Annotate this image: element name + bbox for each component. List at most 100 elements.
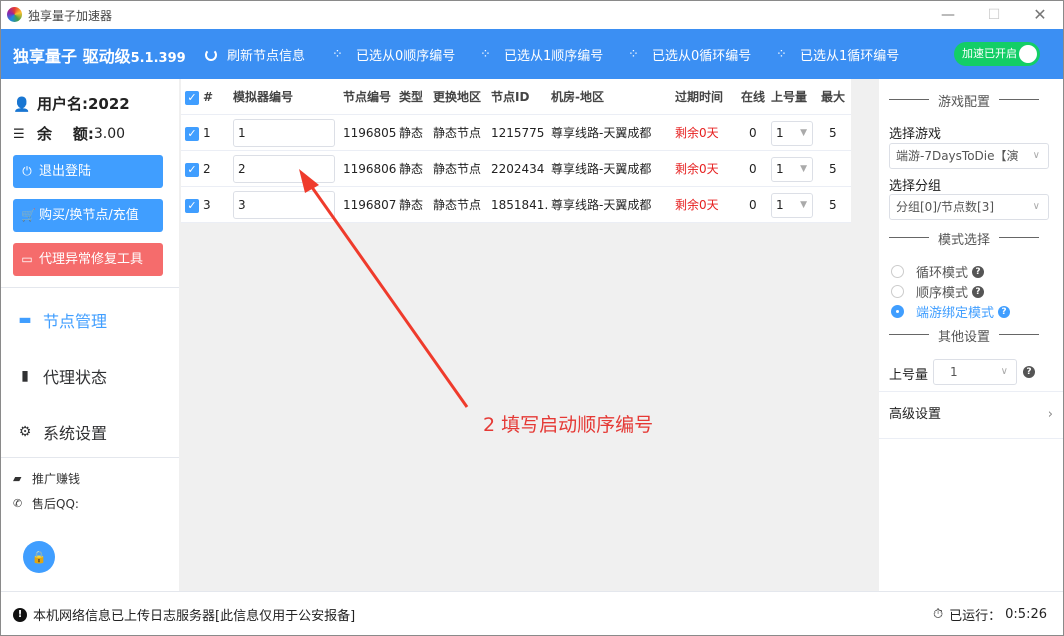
- right-panel: 游戏配置 选择游戏 端游-7DaysToDie【演 ∨ 选择分组 分组[0]/节点…: [879, 79, 1063, 591]
- change-region[interactable]: 静态节点: [433, 187, 481, 223]
- table-row[interactable]: ✓ 2 2 1196806 静态 静态节点 22024345 尊享线路-天翼成都…: [181, 151, 851, 187]
- col-node-id: 节点ID: [491, 90, 530, 104]
- game-select[interactable]: 端游-7DaysToDie【演 ∨: [889, 143, 1049, 169]
- lock-icon: 🔒: [31, 550, 47, 564]
- col-index: #: [203, 90, 214, 104]
- online-count: 0: [749, 162, 757, 176]
- node-id: 22024345: [491, 162, 545, 176]
- row-index: 2: [203, 162, 211, 176]
- loop-from-1-button[interactable]: ⁘ 已选从1循环编号: [776, 45, 899, 64]
- phone-icon: ✆: [13, 497, 23, 510]
- chevron-right-icon: ›: [1047, 407, 1053, 422]
- help-icon[interactable]: ?: [998, 305, 1011, 318]
- sidebar: 👤 用户名:2022 ☰ 余 额: 3.00 ⏻ 退出登陆 🛒 购买/换节点/充值 ▭…: [1, 79, 179, 591]
- chevron-down-icon: ∨: [1032, 201, 1040, 212]
- max-count: 5: [829, 126, 837, 140]
- nav-node-management[interactable]: ▬ 节点管理: [17, 308, 107, 332]
- radio-circle: [891, 265, 904, 278]
- select-game-label: 选择游戏: [889, 127, 942, 142]
- close-button[interactable]: ✕: [1025, 5, 1055, 25]
- ticket-icon: ▰: [13, 472, 22, 485]
- change-region[interactable]: 静态节点: [433, 115, 481, 151]
- max-count: 5: [829, 198, 837, 212]
- sidebar-divider: [1, 287, 179, 288]
- minimize-button[interactable]: —: [933, 5, 963, 25]
- stopwatch-icon: ⏱: [933, 607, 944, 622]
- lock-button[interactable]: 🔒: [23, 541, 55, 573]
- room-region: 尊享线路-天翼成都: [551, 198, 652, 212]
- radio-circle: [891, 285, 904, 298]
- expire-time: 剩余0天: [675, 126, 719, 140]
- status-notice: ! 本机网络信息已上传日志服务器[此信息仅用于公安报备]: [13, 605, 355, 624]
- expire-time: 剩余0天: [675, 198, 719, 212]
- user-icon: 👤: [13, 96, 31, 113]
- expire-time: 剩余0天: [675, 162, 719, 176]
- chevron-down-icon: ▼: [800, 164, 807, 174]
- group-select[interactable]: 分组[0]/节点数[3] ∨: [889, 194, 1049, 220]
- acceleration-toggle[interactable]: 加速已开启: [954, 42, 1040, 66]
- brand-title: 独享量子 驱动级5.1.399: [13, 47, 186, 66]
- mode-sequence-radio[interactable]: 顺序模式?: [891, 282, 985, 301]
- chevron-down-icon: ∨: [1000, 366, 1008, 377]
- loop-from-0-button[interactable]: ⁘ 已选从0循环编号: [628, 45, 751, 64]
- referral-link[interactable]: ▰ 推广赚钱: [13, 470, 80, 487]
- database-icon: ☰: [13, 126, 25, 142]
- login-count-setting-select[interactable]: 1 ∨: [933, 359, 1017, 385]
- version-label: 5.1.399: [130, 51, 186, 66]
- logout-button[interactable]: ⏻ 退出登陆: [13, 155, 163, 188]
- title-bar: 独享量子加速器 — ☐ ✕: [1, 1, 1063, 29]
- game-config-title: 游戏配置: [889, 91, 1039, 110]
- login-count-select[interactable]: 1 ▼: [771, 121, 813, 146]
- change-region[interactable]: 静态节点: [433, 151, 481, 187]
- node-number: 1196807: [343, 198, 397, 212]
- col-expire: 过期时间: [675, 90, 724, 104]
- row-checkbox[interactable]: ✓: [185, 163, 199, 177]
- seq-from-1-button[interactable]: ⁘ 已选从1顺序编号: [480, 45, 603, 64]
- support-qq-link[interactable]: ✆ 售后QQ:: [13, 495, 79, 512]
- refresh-nodes-button[interactable]: 刷新节点信息: [205, 45, 305, 64]
- help-icon[interactable]: ?: [1023, 366, 1035, 378]
- loading-icon: ⁘: [628, 46, 639, 62]
- status-bar: ! 本机网络信息已上传日志服务器[此信息仅用于公安报备] ⏱ 已运行： 0:5:26: [1, 591, 1063, 635]
- login-count-label: 上号量: [889, 368, 929, 383]
- loading-icon: ⁘: [776, 46, 787, 62]
- row-index: 3: [203, 198, 211, 212]
- info-icon: !: [13, 607, 27, 622]
- proxy-repair-button[interactable]: ▭ 代理异常修复工具: [13, 243, 163, 276]
- row-checkbox[interactable]: ✓: [185, 127, 199, 141]
- emulator-number-input[interactable]: 2: [233, 155, 335, 183]
- gear-icon: ⚙: [18, 424, 32, 440]
- nav-system-settings[interactable]: ⚙ 系统设置: [17, 420, 107, 444]
- node-id: 1215775: [491, 126, 545, 140]
- bar-chart-icon: ▮: [21, 368, 29, 384]
- table-row[interactable]: ✓ 3 3 1196807 静态 静态节点 1851841... 尊享线路-天翼…: [181, 187, 851, 223]
- help-icon[interactable]: ?: [972, 265, 985, 278]
- emulator-number-input[interactable]: 3: [233, 191, 335, 219]
- row-index: 1: [203, 126, 211, 140]
- mode-bind-radio[interactable]: 端游绑定模式?: [891, 302, 1011, 321]
- mode-loop-radio[interactable]: 循环模式?: [891, 262, 985, 281]
- login-count-select[interactable]: 1 ▼: [771, 157, 813, 182]
- toolbox-icon: ▭: [21, 252, 33, 266]
- emulator-number-input[interactable]: 1: [233, 119, 335, 147]
- maximize-button[interactable]: ☐: [979, 5, 1009, 25]
- advanced-settings[interactable]: 高级设置 ›: [879, 391, 1063, 439]
- col-room: 机房-地区: [551, 90, 604, 104]
- online-count: 0: [749, 198, 757, 212]
- login-count-select[interactable]: 1 ▼: [771, 193, 813, 218]
- node-type: 静态: [399, 198, 424, 212]
- username-row: 👤 用户名:2022: [13, 95, 130, 113]
- chevron-down-icon: ▼: [800, 128, 807, 138]
- refresh-icon: [205, 48, 217, 61]
- select-all-checkbox[interactable]: ✓: [185, 91, 199, 105]
- col-node: 节点编号: [343, 90, 392, 104]
- seq-from-0-button[interactable]: ⁘ 已选从0顺序编号: [332, 45, 455, 64]
- row-checkbox[interactable]: ✓: [185, 199, 199, 213]
- loading-icon: ⁘: [480, 46, 491, 62]
- help-icon[interactable]: ?: [972, 285, 985, 298]
- annotation-text: 2 填写启动顺序编号: [483, 414, 654, 436]
- toggle-knob: [1019, 45, 1037, 63]
- buy-recharge-button[interactable]: 🛒 购买/换节点/充值: [13, 199, 163, 232]
- table-row[interactable]: ✓ 1 1 1196805 静态 静态节点 1215775 尊享线路-天翼成都 …: [181, 115, 851, 151]
- nav-proxy-status[interactable]: ▮ 代理状态: [17, 364, 107, 388]
